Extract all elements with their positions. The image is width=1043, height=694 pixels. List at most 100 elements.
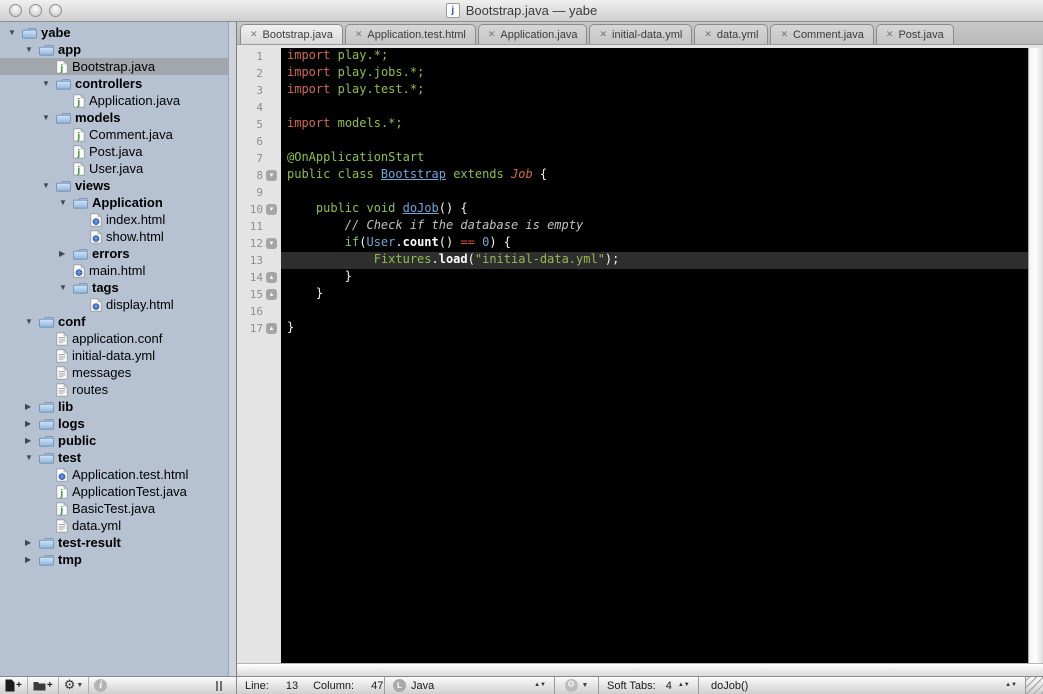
- vertical-scrollbar[interactable]: [1028, 48, 1043, 663]
- language-popup[interactable]: L Java ▲▼: [385, 677, 555, 694]
- folder-icon: [73, 196, 88, 209]
- tab-Comment.java[interactable]: ✕Comment.java: [770, 24, 873, 45]
- close-tab-icon[interactable]: ✕: [355, 29, 363, 40]
- drawer-scrollbar[interactable]: [228, 22, 236, 676]
- tree-item-Post.java[interactable]: jPost.java: [0, 143, 227, 160]
- tree-item-main.html[interactable]: main.html: [0, 262, 227, 279]
- java-file-icon: j: [73, 94, 85, 108]
- code-line-8: public class Bootstrap extends Job {: [281, 167, 1028, 184]
- symbol-value: doJob(): [711, 680, 1005, 692]
- line-number: 1: [237, 50, 263, 63]
- tree-item-views[interactable]: ▼views: [0, 177, 227, 194]
- close-tab-icon[interactable]: ✕: [780, 29, 788, 40]
- tree-item-User.java[interactable]: jUser.java: [0, 160, 227, 177]
- fold-start-icon[interactable]: ▾: [266, 170, 277, 181]
- disclosure-closed-icon[interactable]: ▶: [25, 419, 39, 428]
- disclosure-open-icon[interactable]: ▼: [42, 113, 56, 122]
- disclosure-open-icon[interactable]: ▼: [8, 28, 22, 37]
- tree-item-logs[interactable]: ▶ logs: [0, 415, 227, 432]
- tree-item-errors[interactable]: ▶errors: [0, 245, 227, 262]
- tree-item-controllers[interactable]: ▼controllers: [0, 75, 227, 92]
- tree-item-lib[interactable]: ▶lib: [0, 398, 227, 415]
- fold-end-icon[interactable]: ▴: [266, 323, 277, 334]
- tree-item-Comment.java[interactable]: jComment.java: [0, 126, 227, 143]
- disclosure-closed-icon[interactable]: ▶: [25, 436, 39, 445]
- tree-item-Application.java[interactable]: jApplication.java: [0, 92, 227, 109]
- tree-item-test-result[interactable]: ▶test-result: [0, 534, 227, 551]
- tree-item-tags[interactable]: ▼tags: [0, 279, 227, 296]
- tree-item-routes[interactable]: routes: [0, 381, 227, 398]
- tree-item-index.html[interactable]: index.html: [0, 211, 227, 228]
- tab-Bootstrap.java[interactable]: ✕ Bootstrap.java: [240, 24, 343, 45]
- info-button[interactable]: i: [89, 677, 112, 694]
- window-resize-grip[interactable]: [1026, 677, 1043, 694]
- close-tab-icon[interactable]: ✕: [488, 29, 496, 40]
- disclosure-open-icon[interactable]: ▼: [25, 45, 39, 54]
- java-file-icon: j: [73, 145, 85, 159]
- tree-item-Application.test.html[interactable]: Application.test.html: [0, 466, 227, 483]
- tree-item-label: Comment.java: [89, 127, 173, 142]
- tab-Post.java[interactable]: ✕Post.java: [876, 24, 954, 45]
- close-tab-icon[interactable]: ✕: [704, 29, 712, 40]
- fold-end-icon[interactable]: ▴: [266, 272, 277, 283]
- java-file-icon: j: [73, 162, 85, 176]
- minimize-button[interactable]: [29, 4, 42, 17]
- svg-text:j: j: [76, 98, 80, 108]
- stepper-icon: ▲▼: [534, 683, 546, 688]
- disclosure-open-icon[interactable]: ▼: [42, 181, 56, 190]
- tree-item-models[interactable]: ▼models: [0, 109, 227, 126]
- tab-Application.java[interactable]: ✕Application.java: [478, 24, 588, 45]
- zoom-button[interactable]: [49, 4, 62, 17]
- line-number: 11: [237, 220, 263, 233]
- close-tab-icon[interactable]: ✕: [599, 29, 607, 40]
- tree-item-tmp[interactable]: ▶tmp: [0, 551, 227, 568]
- disclosure-closed-icon[interactable]: ▶: [25, 538, 39, 547]
- tree-item-data.yml[interactable]: data.yml: [0, 517, 227, 534]
- horizontal-scrollbar[interactable]: [237, 663, 1043, 676]
- tree-item-BasicTest.java[interactable]: jBasicTest.java: [0, 500, 227, 517]
- fold-end-icon[interactable]: ▴: [266, 289, 277, 300]
- close-button[interactable]: [9, 4, 22, 17]
- fold-start-icon[interactable]: ▾: [266, 204, 277, 215]
- tab-label: Bootstrap.java: [263, 29, 333, 41]
- bundle-actions-button[interactable]: ⚙ ▼: [555, 677, 599, 694]
- tab-initial-data.yml[interactable]: ✕initial-data.yml: [589, 24, 692, 45]
- tree-item-Application[interactable]: ▼Application: [0, 194, 227, 211]
- tree-item-public[interactable]: ▶public: [0, 432, 227, 449]
- info-icon: i: [94, 679, 107, 692]
- actions-menu-button[interactable]: ⚙▼: [59, 677, 90, 694]
- drawer-resize-grip[interactable]: [216, 681, 222, 691]
- code-editor[interactable]: import play.*;import play.jobs.*;import …: [281, 48, 1028, 663]
- disclosure-closed-icon[interactable]: ▶: [25, 555, 39, 564]
- close-tab-icon[interactable]: ✕: [250, 29, 258, 40]
- tree-item-initial-data.yml[interactable]: initial-data.yml: [0, 347, 227, 364]
- disclosure-open-icon[interactable]: ▼: [59, 283, 73, 292]
- disclosure-closed-icon[interactable]: ▶: [25, 402, 39, 411]
- tree-item-Bootstrap.java[interactable]: jBootstrap.java: [0, 58, 236, 75]
- close-tab-icon[interactable]: ✕: [886, 29, 894, 40]
- disclosure-open-icon[interactable]: ▼: [25, 453, 39, 462]
- disclosure-open-icon[interactable]: ▼: [42, 79, 56, 88]
- symbol-popup[interactable]: doJob() ▲▼: [699, 677, 1026, 694]
- disclosure-closed-icon[interactable]: ▶: [59, 249, 73, 258]
- disclosure-open-icon[interactable]: ▼: [25, 317, 39, 326]
- disclosure-open-icon[interactable]: ▼: [59, 198, 73, 207]
- tree-item-ApplicationTest.java[interactable]: jApplicationTest.java: [0, 483, 227, 500]
- tree-item-application.conf[interactable]: application.conf: [0, 330, 227, 347]
- new-file-button[interactable]: +: [0, 677, 28, 694]
- tree-item-display.html[interactable]: display.html: [0, 296, 227, 313]
- tab-data.yml[interactable]: ✕data.yml: [694, 24, 768, 45]
- tab-Application.test.html[interactable]: ✕Application.test.html: [345, 24, 476, 45]
- java-file-icon: j: [56, 485, 68, 499]
- tree-item-app[interactable]: ▼app: [0, 41, 227, 58]
- new-folder-button[interactable]: +: [28, 677, 59, 694]
- tree-item-show.html[interactable]: show.html: [0, 228, 227, 245]
- tree-item-conf[interactable]: ▼conf: [0, 313, 227, 330]
- fold-spacer: [266, 255, 277, 266]
- tree-item-yabe[interactable]: ▼yabe: [0, 24, 227, 41]
- tree-item-test[interactable]: ▼test: [0, 449, 227, 466]
- tree-item-label: logs: [58, 416, 85, 431]
- tab-size-popup[interactable]: Soft Tabs: 4 ▲▼: [599, 677, 699, 694]
- fold-start-icon[interactable]: ▾: [266, 238, 277, 249]
- tree-item-messages[interactable]: messages: [0, 364, 227, 381]
